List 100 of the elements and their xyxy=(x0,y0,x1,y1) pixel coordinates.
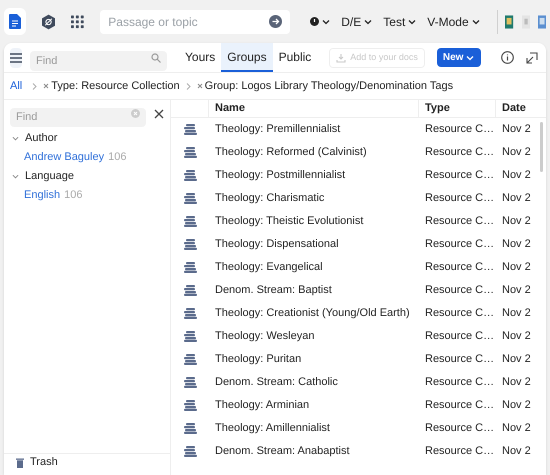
document-button[interactable] xyxy=(4,8,26,35)
table-cell-text: Nov 2 xyxy=(501,421,532,436)
table-cell-text: Resource C… xyxy=(424,421,496,436)
stack-icon xyxy=(184,446,196,457)
table-cell-text: Nov 2 xyxy=(501,352,532,368)
table-cell-text: Denom. Stream: Anabaptist xyxy=(214,444,351,460)
table-cell-text: Nov 2 xyxy=(501,168,532,184)
book-icon[interactable] xyxy=(505,14,514,30)
tab[interactable]: Public xyxy=(272,43,318,72)
table-row[interactable]: Denom. Stream: Catholic Resource C… Nov 2 xyxy=(171,371,546,394)
search-field[interactable]: Passage or topic xyxy=(100,10,290,34)
table-cell-text: Theology: Amillennialist xyxy=(214,421,331,436)
stack-icon xyxy=(184,400,196,411)
facet-header[interactable]: Language xyxy=(4,167,82,186)
search-icon xyxy=(151,52,161,62)
stack-icon xyxy=(184,354,196,365)
table-cell-text: Resource C… xyxy=(424,122,496,138)
filter-chip[interactable]: Type: Resource Collection xyxy=(43,78,180,94)
table-cell-text: Resource C… xyxy=(424,375,496,390)
remove-icon xyxy=(43,83,50,89)
table-cell-text: Theology: Puritan xyxy=(214,352,302,368)
table-cell-text: Theology: Reformed (Calvinist) xyxy=(214,145,368,160)
table-row[interactable]: Theology: Arminian Resource C… Nov 2 xyxy=(171,394,546,417)
table-cell-text: Resource C… xyxy=(424,191,496,206)
table-row[interactable]: Theology: Evangelical Resource C… Nov 2 xyxy=(171,256,546,279)
menu-dropdown[interactable]: V-Mode xyxy=(427,12,481,30)
document-icon xyxy=(9,14,22,29)
table-cell-text: Resource C… xyxy=(424,168,496,184)
table-row[interactable]: Theology: Theistic Evolutionist Resource C… Nov 2 xyxy=(171,210,546,233)
table-row[interactable]: Theology: Charismatic Resource C… Nov 2 xyxy=(171,187,546,210)
menu-icon xyxy=(10,52,22,62)
chevron-icon xyxy=(12,135,19,142)
table-cell-text: Denom. Stream: Baptist xyxy=(214,283,333,298)
find-field[interactable]: Find xyxy=(30,50,167,70)
table-cell-text: Resource C… xyxy=(424,398,496,414)
table-cell-text: Theology: Wesleyan xyxy=(214,329,316,344)
chevron-right-icon xyxy=(32,82,38,90)
table-cell-text: Resource C… xyxy=(424,237,496,252)
stack-icon xyxy=(184,124,196,135)
go-arrow-icon[interactable] xyxy=(269,15,282,28)
table-row[interactable]: Theology: Puritan Resource C… Nov 2 xyxy=(171,348,546,371)
facet-count: 106 xyxy=(64,188,82,204)
table-row[interactable]: Theology: Amillennialist Resource C… Nov 2 xyxy=(171,417,546,440)
chevron-icon xyxy=(12,173,19,180)
stack-icon xyxy=(184,377,196,388)
table-row[interactable]: Theology: Premillennialist Resource C… Nov 2 xyxy=(171,118,546,141)
facet-find-field[interactable]: Find xyxy=(10,108,146,126)
table-cell-text: Nov 2 xyxy=(501,260,532,276)
table-cell-text: Resource C… xyxy=(424,260,496,276)
table-row[interactable]: Denom. Stream: Anabaptist Resource C… Nov 2 xyxy=(171,440,546,463)
close-icon[interactable] xyxy=(154,108,164,118)
table-row[interactable]: Theology: Postmillennialist Resource C… Nov 2 xyxy=(171,164,546,187)
table-cell-text: Nov 2 xyxy=(501,191,532,206)
table-cell-text: Resource C… xyxy=(424,283,496,298)
stack-icon xyxy=(184,423,196,434)
trash-button[interactable]: Trash xyxy=(4,453,170,471)
trash-icon xyxy=(16,458,24,468)
table-cell-text: Theology: Evangelical xyxy=(214,260,324,276)
table-row[interactable]: Theology: Wesleyan Resource C… Nov 2 xyxy=(171,325,546,348)
popout-icon[interactable] xyxy=(526,52,538,64)
info-icon[interactable] xyxy=(501,51,514,64)
stack-icon xyxy=(184,170,196,181)
info-dropdown[interactable] xyxy=(310,16,332,26)
table-row[interactable]: Denom. Stream: Baptist Resource C… Nov 2 xyxy=(171,279,546,302)
table-cell-text: Resource C… xyxy=(424,444,496,460)
breadcrumb-link[interactable]: All xyxy=(10,78,22,94)
table-row[interactable]: Theology: Creationist (Young/Old Earth) Resource C… Nov 2 xyxy=(171,302,546,325)
table-row[interactable]: Theology: Reformed (Calvinist) Resource C… Nov 2 xyxy=(171,141,546,164)
remove-icon xyxy=(196,83,203,89)
column-header[interactable]: Type xyxy=(419,100,496,117)
book-icon[interactable] xyxy=(538,14,546,30)
scrollbar[interactable] xyxy=(540,122,543,172)
table-cell-text: Nov 2 xyxy=(501,306,532,322)
column-header[interactable]: Name xyxy=(209,100,419,117)
table-row[interactable]: Theology: Dispensational Resource C… Nov 2 xyxy=(171,233,546,256)
hexagon-icon[interactable] xyxy=(42,12,56,30)
table-cell-text: Nov 2 xyxy=(501,237,532,252)
tab[interactable]: Yours xyxy=(179,43,222,72)
table-cell-text: Theology: Creationist (Young/Old Earth) xyxy=(214,306,411,322)
tab[interactable]: Groups xyxy=(221,43,273,72)
table-cell-text: Resource C… xyxy=(424,306,496,322)
stack-icon xyxy=(184,216,196,227)
info-dot-icon xyxy=(310,17,320,26)
stack-icon xyxy=(184,239,196,250)
menu-button[interactable] xyxy=(10,48,22,68)
menu-dropdown[interactable]: D/E xyxy=(341,12,374,30)
table-cell-text: Nov 2 xyxy=(501,145,532,160)
stack-icon xyxy=(184,285,196,296)
stack-icon xyxy=(184,331,196,342)
new-button[interactable]: New xyxy=(436,48,482,67)
filter-chip[interactable]: Group: Logos Library Theology/Denomination Tags xyxy=(196,78,454,94)
table-cell-text: Theology: Premillennialist xyxy=(214,122,342,138)
menu-dropdown[interactable]: Test xyxy=(383,12,418,30)
apps-grid-icon[interactable] xyxy=(71,14,84,30)
facet-link[interactable]: Andrew Baguley xyxy=(24,149,104,166)
column-header[interactable]: Date xyxy=(496,100,532,117)
table-cell-text: Nov 2 xyxy=(501,122,532,138)
facet-link[interactable]: English xyxy=(24,187,60,204)
facet-header[interactable]: Author xyxy=(4,129,66,148)
table-cell-text: Nov 2 xyxy=(501,283,532,298)
